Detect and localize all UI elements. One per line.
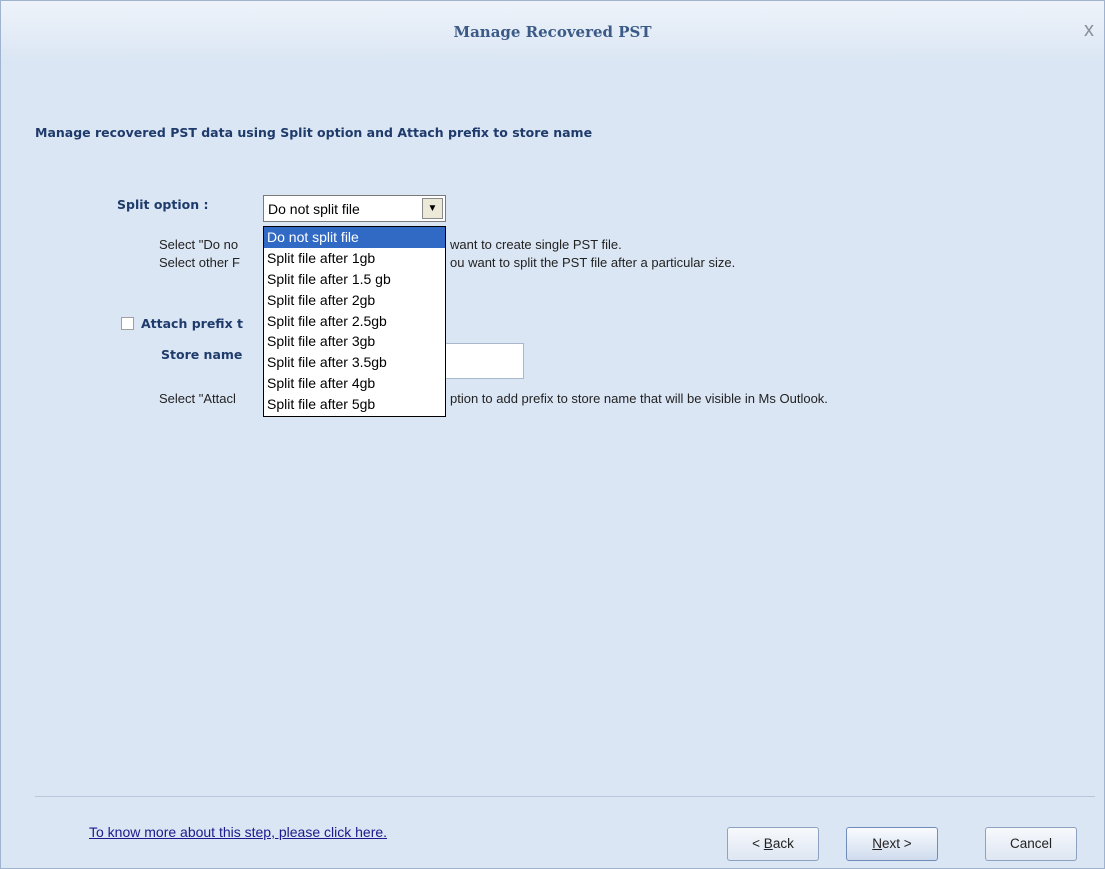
next-label: ext > [882, 836, 912, 851]
dropdown-option[interactable]: Split file after 5gb [264, 394, 445, 415]
page-heading: Manage recovered PST data using Split op… [35, 125, 593, 140]
split-help-line1-head: Select "Do no [159, 237, 239, 252]
prefix-help-head: Select "Attacl [159, 391, 236, 406]
split-help-line2-head: Select other F [159, 255, 240, 270]
dialog-window: Manage Recovered PST x Manage recovered … [0, 0, 1105, 869]
split-help-line1-tail: want to create single PST file. [450, 237, 622, 252]
back-button[interactable]: < Back [727, 827, 819, 861]
next-button[interactable]: Next > [846, 827, 938, 861]
attach-prefix-label: Attach prefix t [141, 316, 243, 331]
window-title: Manage Recovered PST [453, 23, 652, 41]
next-accelerator: N [872, 836, 883, 851]
attach-prefix-checkbox[interactable] [121, 317, 134, 330]
back-label: ack [772, 836, 794, 851]
dropdown-option[interactable]: Split file after 2.5gb [264, 311, 445, 332]
dropdown-option[interactable]: Split file after 1.5 gb [264, 269, 445, 290]
store-name-label: Store name [161, 347, 243, 362]
split-help-line2-tail: ou want to split the PST file after a pa… [450, 255, 736, 270]
dropdown-option[interactable]: Split file after 1gb [264, 248, 445, 269]
prefix-help-tail: ption to add prefix to store name that w… [450, 391, 828, 406]
cancel-button[interactable]: Cancel [985, 827, 1077, 861]
title-bar: Manage Recovered PST x [1, 1, 1104, 61]
dropdown-option[interactable]: Split file after 3gb [264, 331, 445, 352]
help-link[interactable]: To know more about this step, please cli… [89, 824, 387, 840]
back-prefix: < [752, 836, 764, 851]
close-icon[interactable]: x [1084, 19, 1094, 42]
split-option-label: Split option : [117, 197, 209, 212]
footer-separator [35, 796, 1095, 797]
back-accelerator: B [763, 836, 773, 851]
dropdown-option[interactable]: Do not split file [264, 227, 445, 248]
chevron-down-icon[interactable]: ▼ [422, 198, 443, 219]
dropdown-option[interactable]: Split file after 4gb [264, 373, 445, 394]
split-option-select[interactable]: Do not split file ▼ [263, 195, 446, 222]
dropdown-option[interactable]: Split file after 3.5gb [264, 352, 445, 373]
split-option-dropdown-list[interactable]: Do not split file Split file after 1gb S… [263, 226, 446, 417]
split-option-value: Do not split file [268, 201, 360, 217]
dropdown-option[interactable]: Split file after 2gb [264, 290, 445, 311]
